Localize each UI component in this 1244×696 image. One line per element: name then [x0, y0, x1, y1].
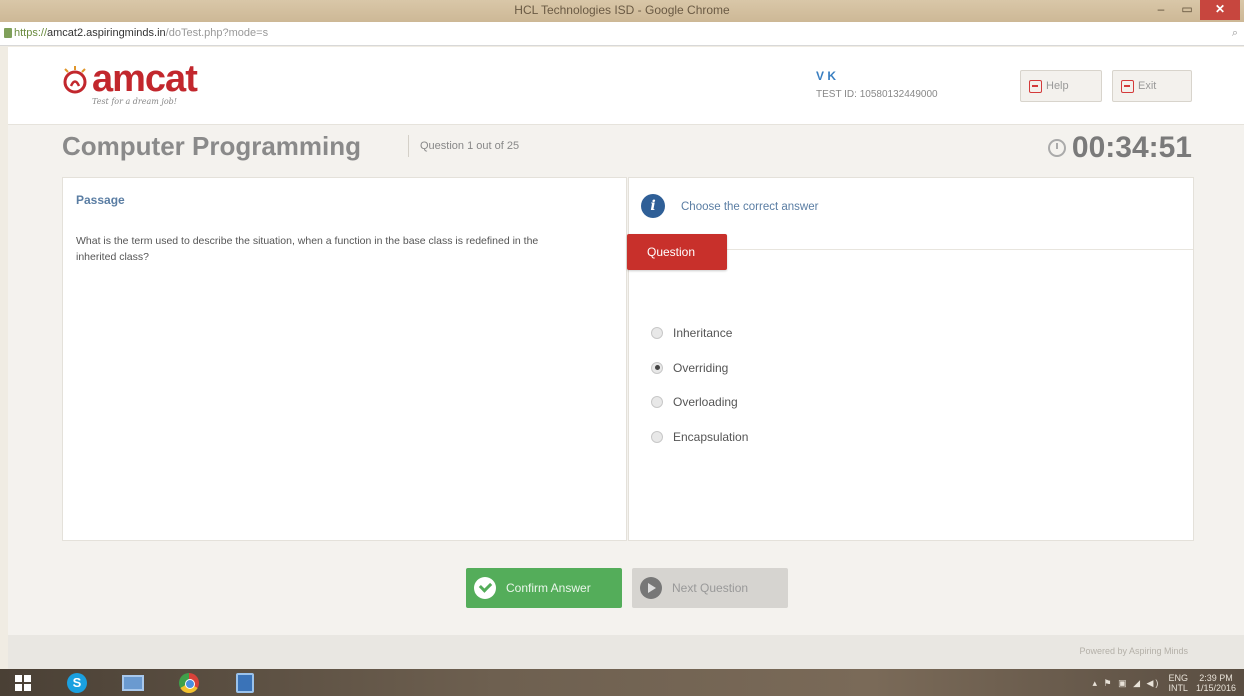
lock-icon [4, 28, 12, 38]
tray-icons[interactable]: ▴ ⚑ ▣ ◢ ◀) [1093, 678, 1161, 689]
radio-button-selected[interactable] [651, 361, 663, 374]
countdown-timer: 00:34:51 [1047, 131, 1192, 165]
windows-taskbar: S ▴ ⚑ ▣ ◢ ◀) ENG INTL 2:39 PM 1/15/2016 [0, 669, 1244, 696]
file-explorer-icon [122, 674, 144, 691]
taskbar-skype[interactable]: S [54, 670, 100, 695]
passage-panel: Passage What is the term used to describ… [62, 177, 627, 541]
clock-date: 1/15/2016 [1195, 683, 1236, 693]
exit-icon [1121, 79, 1134, 93]
taskbar-explorer[interactable] [110, 670, 156, 695]
taskbar-chrome[interactable] [166, 670, 212, 695]
browser-titlebar: HCL Technologies ISD - Google Chrome – ▭… [0, 0, 1244, 22]
question-tab: Question [627, 234, 727, 270]
close-window-button[interactable]: ✕ [1200, 0, 1240, 20]
lang-code: ENG [1168, 673, 1188, 683]
option-label: Overloading [673, 395, 738, 410]
logo-text: amcat [92, 58, 198, 100]
language-indicator[interactable]: ENG INTL [1168, 673, 1188, 693]
chrome-icon [179, 672, 199, 693]
passage-text: What is the term used to describe the si… [76, 235, 539, 263]
url-scheme: https:// [14, 27, 48, 39]
address-bar[interactable]: https://amcat2.aspiringminds.in/doTest.p… [0, 22, 1244, 46]
logo-bulb-icon [63, 66, 87, 94]
confirm-label: Confirm Answer [506, 581, 591, 595]
confirm-answer-button[interactable]: Confirm Answer [466, 568, 622, 608]
taskbar-app[interactable] [222, 670, 268, 695]
next-question-button[interactable]: Next Question [632, 568, 788, 608]
user-info: V K TEST ID: 10580132449000 [816, 69, 938, 100]
user-name: V K [816, 69, 837, 83]
option-label: Overriding [673, 360, 729, 375]
search-icon[interactable]: ⌕ [1232, 27, 1238, 40]
clock-icon [1047, 139, 1066, 157]
url-field[interactable]: https://amcat2.aspiringminds.in/doTest.p… [14, 27, 268, 39]
windows-logo-icon [15, 674, 31, 691]
lang-region: INTL [1168, 683, 1188, 693]
question-progress: Question 1 out of 25 [420, 140, 520, 152]
next-label: Next Question [672, 581, 749, 595]
page-footer: Powered by Aspiring Minds [8, 635, 1244, 669]
check-icon [474, 577, 496, 599]
timer-value: 00:34:51 [1071, 131, 1192, 164]
title-divider [408, 135, 409, 157]
info-icon: i [641, 194, 665, 218]
option-encapsulation[interactable]: Encapsulation [651, 420, 748, 455]
help-label: Help [1046, 80, 1069, 92]
question-panel: i Choose the correct answer Question Inh… [627, 177, 1194, 541]
powered-by: Powered by Aspiring Minds [1079, 646, 1188, 656]
help-icon [1029, 79, 1042, 93]
test-page: amcat Test for a dream job! V K TEST ID:… [8, 47, 1244, 669]
logo-tagline: Test for a dream job! [92, 97, 177, 106]
window-controls: – ▭ ✕ [1148, 0, 1240, 20]
page-header: amcat Test for a dream job! V K TEST ID:… [8, 47, 1244, 125]
clock-time: 2:39 PM [1199, 673, 1233, 683]
answer-options: Inheritance Overriding Overloading Encap… [651, 316, 748, 454]
taskbar-clock[interactable]: 2:39 PM 1/15/2016 [1196, 673, 1236, 693]
radio-button[interactable] [651, 327, 663, 340]
start-button[interactable] [0, 670, 46, 695]
test-id: TEST ID: 10580132449000 [816, 89, 938, 100]
radio-button[interactable] [651, 396, 663, 409]
maximize-button[interactable]: ▭ [1174, 0, 1200, 20]
play-icon [640, 577, 662, 599]
option-overriding[interactable]: Overriding [651, 351, 748, 386]
skype-icon: S [67, 672, 87, 693]
url-path: /doTest.php?mode=s [165, 27, 269, 39]
radio-button[interactable] [651, 430, 663, 443]
exit-label: Exit [1138, 80, 1157, 92]
option-label: Inheritance [673, 326, 733, 341]
app-window-icon [236, 672, 254, 693]
exit-button[interactable]: Exit [1112, 70, 1192, 102]
instruction-text: Choose the correct answer [681, 201, 819, 213]
help-button[interactable]: Help [1020, 70, 1102, 102]
option-inheritance[interactable]: Inheritance [651, 316, 748, 351]
url-host: amcat2.aspiringminds.in [47, 27, 166, 39]
minimize-button[interactable]: – [1148, 0, 1174, 20]
passage-title: Passage [76, 193, 125, 207]
option-overloading[interactable]: Overloading [651, 385, 748, 420]
section-title: Computer Programming [62, 131, 362, 161]
option-label: Encapsulation [673, 429, 749, 444]
window-title: HCL Technologies ISD - Google Chrome [514, 3, 730, 17]
system-tray: ▴ ⚑ ▣ ◢ ◀) ENG INTL 2:39 PM 1/15/2016 [1093, 673, 1237, 693]
